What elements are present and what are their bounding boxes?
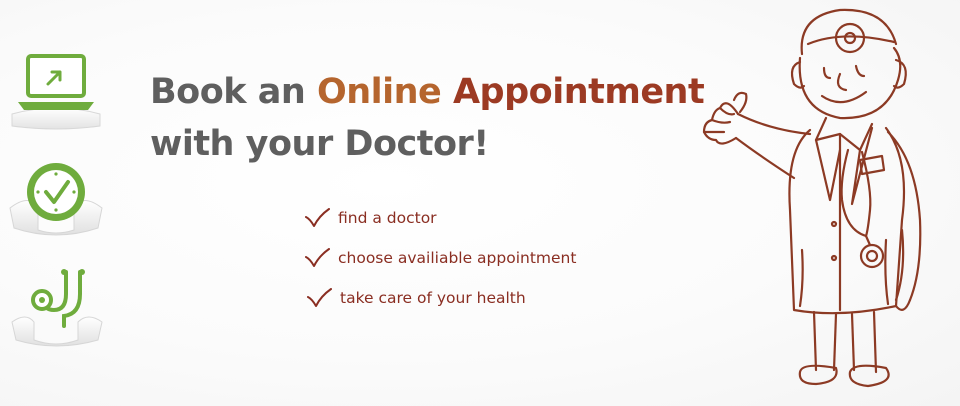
headline: Book an Online Appointment with your Doc… bbox=[150, 66, 705, 170]
check-icon bbox=[307, 288, 332, 307]
headline-word-appointment: Appointment bbox=[452, 72, 705, 112]
headline-line-2: with your Doctor! bbox=[150, 124, 489, 164]
step-label: find a doctor bbox=[338, 209, 437, 227]
step-label: choose availiable appointment bbox=[338, 249, 577, 267]
laptop-tile bbox=[8, 44, 104, 132]
headline-word-online: Online bbox=[316, 72, 442, 112]
stethoscope-icon bbox=[11, 269, 103, 347]
stethoscope-tile bbox=[8, 260, 104, 350]
clock-icon bbox=[9, 163, 103, 236]
headline-space bbox=[441, 72, 453, 112]
step-item: find a doctor bbox=[304, 198, 576, 238]
laptop-icon bbox=[11, 54, 101, 130]
clock-tile bbox=[8, 150, 104, 240]
step-label: take care of your health bbox=[340, 289, 526, 307]
appointment-banner: Book an Online Appointment with your Doc… bbox=[0, 0, 960, 406]
doctor-illustration bbox=[702, 8, 922, 388]
steps-list: find a doctor choose availiable appointm… bbox=[304, 198, 576, 318]
check-icon bbox=[305, 248, 330, 267]
step-item: choose availiable appointment bbox=[304, 238, 576, 278]
check-icon bbox=[305, 208, 330, 227]
step-item: take care of your health bbox=[304, 278, 576, 318]
headline-part-book: Book an bbox=[150, 72, 317, 112]
